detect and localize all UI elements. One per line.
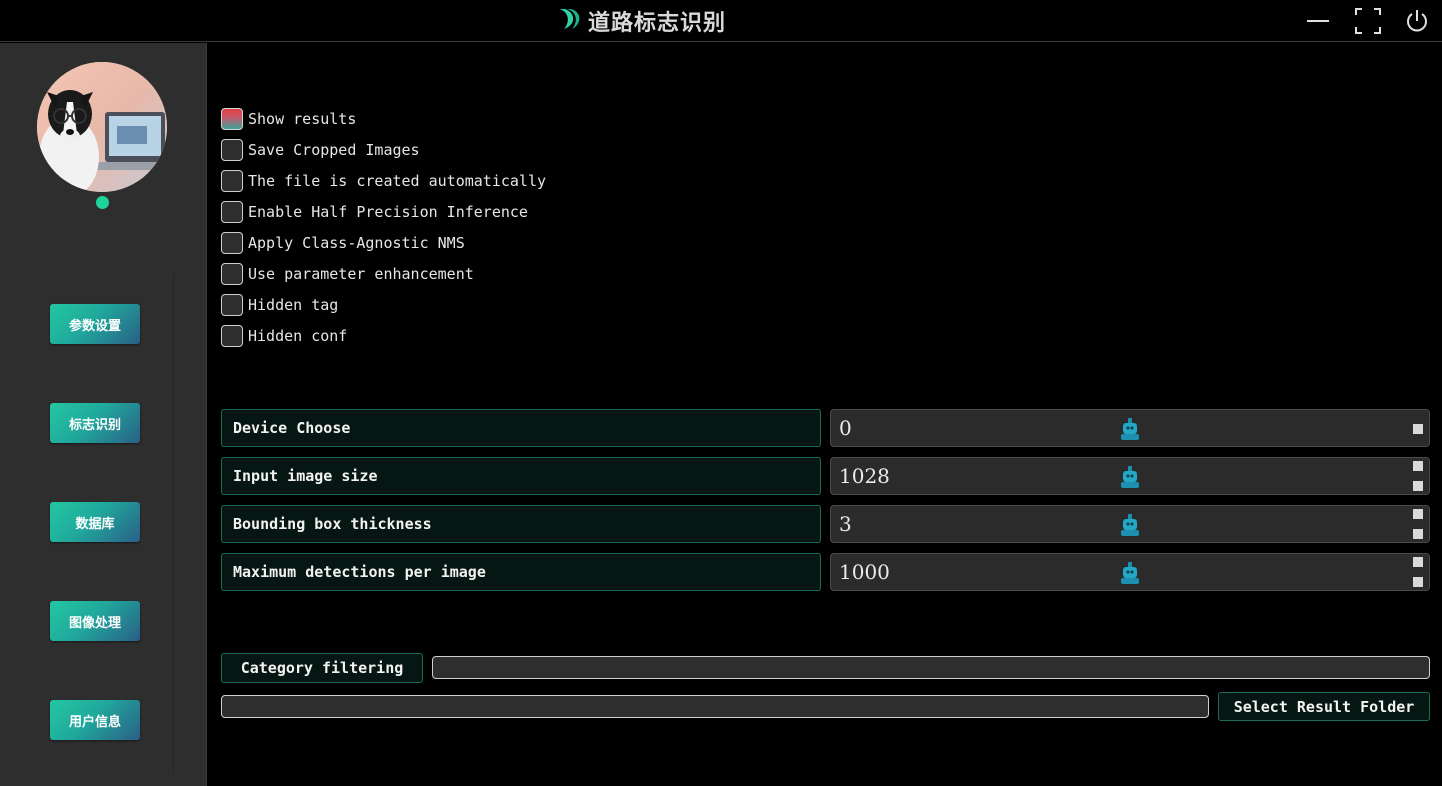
- minimize-icon: [1307, 20, 1329, 22]
- option-label: Save Cropped Images: [248, 141, 420, 159]
- nav-button-database[interactable]: 数据库: [50, 502, 140, 542]
- checkbox[interactable]: [221, 139, 243, 161]
- checkbox[interactable]: [221, 325, 243, 347]
- param-label-box-thickness: Bounding box thickness: [221, 505, 821, 543]
- option-half-precision[interactable]: Enable Half Precision Inference: [221, 201, 528, 223]
- checkbox[interactable]: [221, 201, 243, 223]
- image-size-spinbox[interactable]: 1028: [830, 457, 1430, 495]
- option-label: Use parameter enhancement: [248, 265, 474, 283]
- crescent-leaf-icon: [556, 7, 582, 35]
- category-filter-label: Category filtering: [221, 653, 423, 683]
- option-agnostic-nms[interactable]: Apply Class-Agnostic NMS: [221, 232, 465, 254]
- spin-up-button[interactable]: [1413, 461, 1423, 471]
- avatar[interactable]: [37, 62, 167, 192]
- robot-icon: [1121, 418, 1139, 440]
- app-title: 道路标志识别: [556, 4, 726, 38]
- nav-button-image-processing[interactable]: 图像处理: [50, 601, 140, 641]
- spin-down-button[interactable]: [1413, 529, 1423, 539]
- option-label: Hidden tag: [248, 296, 339, 314]
- title-bar: 道路标志识别: [0, 0, 1442, 42]
- option-label: Hidden conf: [248, 327, 348, 345]
- option-label: Enable Half Precision Inference: [248, 203, 528, 221]
- param-label-max-detections: Maximum detections per image: [221, 553, 821, 591]
- max-detections-spinbox[interactable]: 1000: [830, 553, 1430, 591]
- robot-icon: [1121, 466, 1139, 488]
- param-label-device: Device Choose: [221, 409, 821, 447]
- select-result-folder-button[interactable]: Select Result Folder: [1218, 692, 1430, 721]
- power-icon: [1407, 10, 1427, 32]
- sidebar-divider: [173, 273, 174, 773]
- robot-icon: [1121, 514, 1139, 536]
- spin-value[interactable]: 1028: [839, 458, 890, 494]
- checkbox[interactable]: [221, 108, 243, 130]
- option-param-enhancement[interactable]: Use parameter enhancement: [221, 263, 474, 285]
- checkbox[interactable]: [221, 232, 243, 254]
- checkbox[interactable]: [221, 294, 243, 316]
- checkbox[interactable]: [221, 170, 243, 192]
- spin-value[interactable]: 1000: [839, 554, 890, 590]
- minimize-button[interactable]: [1301, 4, 1335, 38]
- spin-step-button[interactable]: [1413, 424, 1423, 434]
- option-show-results[interactable]: Show results: [221, 108, 356, 130]
- spin-down-button[interactable]: [1413, 481, 1423, 491]
- maximize-button[interactable]: [1351, 4, 1385, 38]
- app-title-text: 道路标志识别: [588, 11, 727, 36]
- device-spinbox[interactable]: 0: [830, 409, 1430, 447]
- nav-button-user-info[interactable]: 用户信息: [50, 700, 140, 740]
- option-save-cropped[interactable]: Save Cropped Images: [221, 139, 420, 161]
- online-status-dot: [96, 196, 109, 209]
- box-thickness-spinbox[interactable]: 3: [830, 505, 1430, 543]
- option-hidden-conf[interactable]: Hidden conf: [221, 325, 347, 347]
- power-button[interactable]: [1400, 4, 1434, 38]
- sidebar: 参数设置 标志识别 数据库 图像处理 用户信息: [0, 43, 207, 786]
- spin-down-button[interactable]: [1413, 577, 1423, 587]
- option-hidden-tag[interactable]: Hidden tag: [221, 294, 338, 316]
- checkbox[interactable]: [221, 263, 243, 285]
- spin-up-button[interactable]: [1413, 509, 1423, 519]
- robot-icon: [1121, 562, 1139, 584]
- spin-value[interactable]: 0: [839, 410, 852, 446]
- option-auto-create-file[interactable]: The file is created automatically: [221, 170, 546, 192]
- option-label: Show results: [248, 110, 357, 128]
- result-folder-input[interactable]: [221, 695, 1209, 718]
- option-label: The file is created automatically: [248, 172, 547, 190]
- option-label: Apply Class-Agnostic NMS: [248, 234, 465, 252]
- spin-up-button[interactable]: [1413, 557, 1423, 567]
- param-label-image-size: Input image size: [221, 457, 821, 495]
- nav-button-sign-detect[interactable]: 标志识别: [50, 403, 140, 443]
- spin-value[interactable]: 3: [839, 506, 852, 542]
- maximize-icon: [1355, 8, 1381, 34]
- nav-button-params[interactable]: 参数设置: [50, 304, 140, 344]
- category-filter-input[interactable]: [432, 656, 1430, 679]
